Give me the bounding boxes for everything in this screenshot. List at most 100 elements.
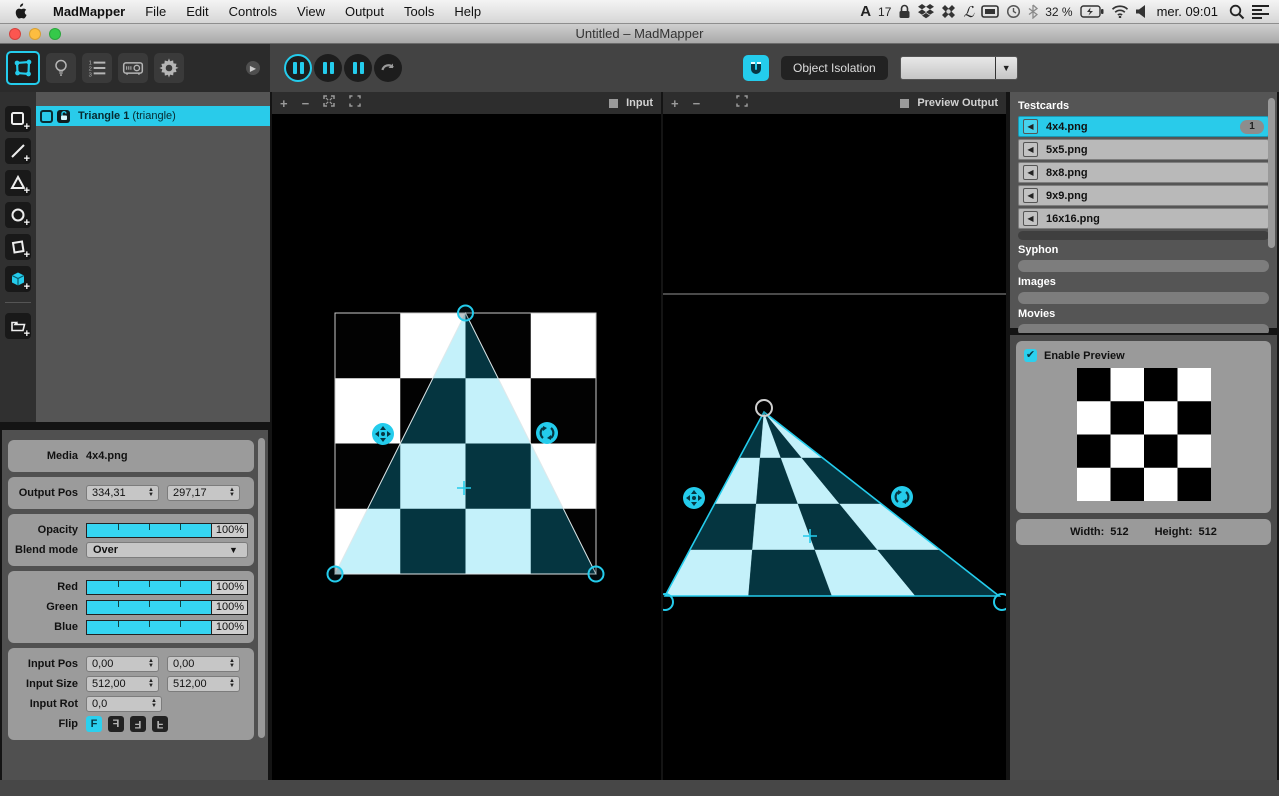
- blue-slider-track[interactable]: [87, 621, 211, 634]
- notification-center-icon[interactable]: [1252, 5, 1269, 19]
- media-section-title-movies[interactable]: Movies: [1018, 308, 1269, 320]
- testcard-row-8x8.png[interactable]: ◀8x8.png: [1018, 162, 1269, 183]
- testcard-row-16x16.png[interactable]: ◀16x16.png: [1018, 208, 1269, 229]
- flip-none-button[interactable]: F: [86, 716, 102, 732]
- opacity-slider-track[interactable]: [87, 524, 211, 537]
- add-mask-surface-button[interactable]: +: [5, 234, 31, 260]
- testcard-row-9x9.png[interactable]: ◀9x9.png: [1018, 185, 1269, 206]
- close-window-button[interactable]: [9, 28, 21, 40]
- frame-selection-button[interactable]: [736, 94, 748, 112]
- volume-icon[interactable]: [1136, 5, 1146, 18]
- input-rot-stepper[interactable]: 0,0 ▲▼: [86, 696, 162, 712]
- hotspot-lock-icon[interactable]: [898, 4, 911, 19]
- output-pos-x-stepper[interactable]: 334,31 ▲▼: [86, 485, 159, 501]
- media-section-title-syphon[interactable]: Syphon: [1018, 244, 1269, 256]
- layer-visibility-checkbox[interactable]: [40, 110, 53, 123]
- stepper-arrows-icon[interactable]: ▲▼: [144, 488, 158, 498]
- edit-tool-button-3[interactable]: [344, 54, 372, 82]
- rotate-surface-handle[interactable]: [891, 486, 913, 508]
- testcard-row-4x4.png[interactable]: ◀4x4.png1: [1018, 116, 1269, 137]
- menu-edit[interactable]: Edit: [176, 4, 218, 19]
- menu-output[interactable]: Output: [335, 4, 394, 19]
- add-quad-surface-button[interactable]: +: [5, 106, 31, 132]
- frame-selection-button[interactable]: [349, 94, 361, 112]
- stepper-arrows-icon[interactable]: ▲▼: [225, 659, 239, 669]
- preview-canvas[interactable]: [663, 114, 1006, 780]
- green-slider-track[interactable]: [87, 601, 211, 614]
- surfaces-mode-button[interactable]: [6, 51, 40, 85]
- menu-tools[interactable]: Tools: [394, 4, 444, 19]
- edit-tool-button-2[interactable]: [314, 54, 342, 82]
- move-surface-handle[interactable]: [683, 487, 705, 509]
- wifi-icon[interactable]: [1111, 5, 1129, 18]
- menu-app-name[interactable]: MadMapper: [43, 4, 135, 19]
- add-group-button[interactable]: +: [5, 313, 31, 339]
- testcard-row-5x5.png[interactable]: ◀5x5.png: [1018, 139, 1269, 160]
- rotate-tool-button[interactable]: [374, 54, 402, 82]
- red-slider[interactable]: 100%: [86, 580, 248, 595]
- bluetooth-icon[interactable]: [1028, 4, 1038, 19]
- opacity-slider[interactable]: 100%: [86, 523, 248, 538]
- launchbar-script-l-icon[interactable]: ℒ: [963, 3, 974, 21]
- move-surface-handle[interactable]: [372, 423, 394, 445]
- add-triangle-surface-button[interactable]: +: [5, 170, 31, 196]
- input-canvas[interactable]: [272, 114, 661, 780]
- input-size-x-stepper[interactable]: 512,00 ▲▼: [86, 676, 159, 692]
- layer-lock-toggle[interactable]: [57, 110, 70, 123]
- green-slider[interactable]: 100%: [86, 600, 248, 615]
- vertex-handle[interactable]: [589, 567, 604, 582]
- input-size-y-stepper[interactable]: 512,00 ▲▼: [167, 676, 240, 692]
- collapse-panel-button[interactable]: ▶: [246, 61, 260, 75]
- output-pos-y-stepper[interactable]: 297,17 ▲▼: [167, 485, 240, 501]
- preset-dropdown[interactable]: ▼: [900, 56, 1018, 80]
- media-browser-scrollbar[interactable]: [1268, 98, 1275, 248]
- zoom-in-button[interactable]: +: [671, 96, 679, 111]
- preferences-button[interactable]: [154, 53, 184, 83]
- flip-vertical-button[interactable]: F: [152, 716, 168, 732]
- apple-menu-icon[interactable]: [12, 3, 27, 20]
- displays-icon[interactable]: [981, 5, 999, 19]
- input-source-icon[interactable]: A: [860, 3, 871, 20]
- cues-mode-button[interactable]: 123: [82, 53, 112, 83]
- media-section-title-images[interactable]: Images: [1018, 276, 1269, 288]
- red-slider-track[interactable]: [87, 581, 211, 594]
- blend-mode-dropdown[interactable]: Over ▼: [86, 542, 248, 558]
- zoom-in-button[interactable]: +: [280, 96, 288, 111]
- menu-file[interactable]: File: [135, 4, 176, 19]
- battery-icon[interactable]: [1080, 5, 1104, 18]
- time-machine-icon[interactable]: [1006, 4, 1021, 19]
- flip-both-button[interactable]: F: [130, 716, 146, 732]
- stepper-arrows-icon[interactable]: ▲▼: [144, 659, 158, 669]
- play-triangle-icon[interactable]: ◀: [1023, 119, 1038, 134]
- output-setup-button[interactable]: [118, 53, 148, 83]
- flip-horizontal-button[interactable]: F: [108, 716, 124, 732]
- menu-controls[interactable]: Controls: [219, 4, 287, 19]
- zoom-out-button[interactable]: −: [693, 96, 701, 111]
- layer-row-triangle-1[interactable]: Triangle 1 (triangle): [36, 106, 270, 126]
- media-section-title-testcards[interactable]: Testcards: [1018, 100, 1269, 112]
- enable-preview-checkbox[interactable]: ✔: [1024, 349, 1037, 362]
- add-line-surface-button[interactable]: +: [5, 138, 31, 164]
- fit-view-button[interactable]: [323, 94, 335, 112]
- vertex-handle[interactable]: [756, 400, 772, 416]
- menu-help[interactable]: Help: [444, 4, 491, 19]
- menu-view[interactable]: View: [287, 4, 335, 19]
- zoom-out-button[interactable]: −: [302, 96, 310, 111]
- stepper-arrows-icon[interactable]: ▲▼: [225, 488, 239, 498]
- stepper-arrows-icon[interactable]: ▲▼: [147, 699, 161, 709]
- input-pos-x-stepper[interactable]: 0,00 ▲▼: [86, 656, 159, 672]
- play-triangle-icon[interactable]: ◀: [1023, 165, 1038, 180]
- testcards-scroll-track[interactable]: [1018, 231, 1269, 240]
- dropbox-icon[interactable]: [918, 4, 934, 19]
- vertex-handle[interactable]: [458, 306, 473, 321]
- select-tool-button[interactable]: [284, 54, 312, 82]
- fixtures-mode-button[interactable]: [46, 53, 76, 83]
- play-triangle-icon[interactable]: ◀: [1023, 211, 1038, 226]
- vertex-handle[interactable]: [328, 567, 343, 582]
- snap-magnet-button[interactable]: [743, 55, 769, 81]
- battery-percent[interactable]: 32 %: [1045, 5, 1072, 19]
- minimize-window-button[interactable]: [29, 28, 41, 40]
- play-triangle-icon[interactable]: ◀: [1023, 142, 1038, 157]
- rotate-surface-handle[interactable]: [536, 422, 558, 444]
- zoom-window-button[interactable]: [49, 28, 61, 40]
